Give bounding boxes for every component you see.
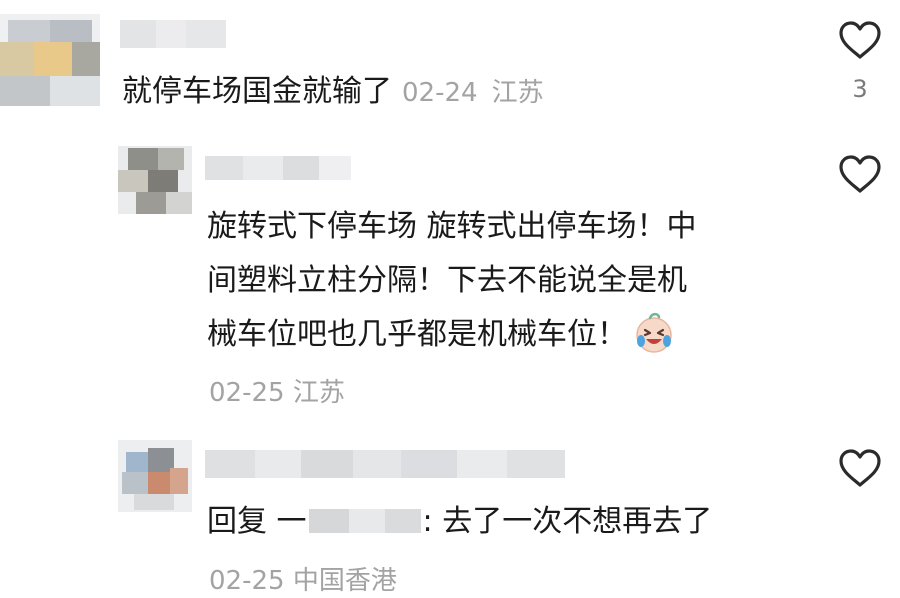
username-blurred[interactable]	[205, 442, 570, 486]
avatar[interactable]	[118, 146, 192, 214]
comment-line-3: 械车位吧也几乎都是机械车位！	[207, 308, 697, 362]
reply-target-blurred[interactable]	[308, 505, 421, 535]
heart-outline-icon[interactable]	[838, 154, 882, 194]
username-blurred[interactable]	[120, 14, 230, 54]
comment-meta: 02-25 中国香港	[209, 566, 397, 596]
heart-outline-icon[interactable]	[838, 448, 882, 488]
username-blurred[interactable]	[205, 148, 355, 188]
reply-body: : 去了一次不想再去了	[422, 504, 713, 539]
comment-text: 旋转式下停车场 旋转式出停车场！中 间塑料立柱分隔！下去不能说全是机 械车位吧也…	[207, 200, 697, 362]
comment-text: 就停车场国金就输了 02-24 江苏	[122, 66, 544, 119]
comment-line-1: 旋转式下停车场 旋转式出停车场！中	[207, 209, 697, 244]
comment-meta: 02-25 江苏	[209, 378, 345, 408]
like-count: 3	[852, 75, 868, 103]
avatar[interactable]	[0, 14, 100, 106]
heart-outline-icon[interactable]	[838, 20, 882, 60]
comment-date: 02-24	[402, 78, 478, 108]
comment-line-3-text: 械车位吧也几乎都是机械车位！	[207, 317, 627, 352]
reply-prefix: 回复 一	[207, 504, 307, 539]
crying-laughing-emoji	[636, 312, 672, 353]
reply-text: 回复 一 : 去了一次不想再去了	[207, 496, 712, 548]
comment-body: 就停车场国金就输了	[122, 74, 392, 109]
comment-line-2: 间塑料立柱分隔！下去不能说全是机	[207, 263, 687, 298]
comment-location: 江苏	[491, 78, 544, 108]
avatar[interactable]	[118, 440, 192, 512]
